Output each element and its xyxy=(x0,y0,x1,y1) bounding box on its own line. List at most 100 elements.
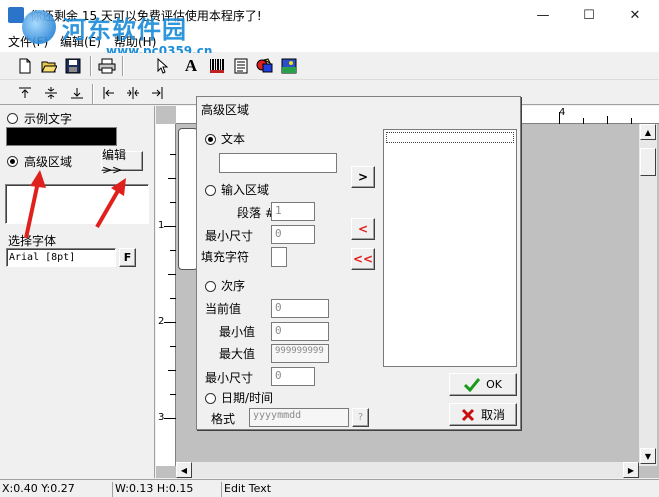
ruler-number: 4 xyxy=(559,107,566,118)
vertical-scrollbar[interactable]: ▲ ▼ xyxy=(639,124,657,466)
edit-advanced-button[interactable]: 编辑>> xyxy=(101,148,143,177)
current-value-input[interactable]: 0 xyxy=(271,299,329,318)
menu-file[interactable]: 文件(F) xyxy=(8,33,48,50)
shapes-icon xyxy=(256,58,273,73)
status-size: W:0.13 H:0.15 xyxy=(112,482,218,497)
text-block-tool-button[interactable] xyxy=(230,55,252,77)
menu-edit[interactable]: 编辑(E) xyxy=(60,33,101,50)
align-left-button[interactable] xyxy=(98,82,120,104)
main-toolbar: A xyxy=(0,53,659,80)
align-middle-icon xyxy=(45,87,57,99)
minimize-button[interactable]: — xyxy=(520,0,566,30)
maximize-button[interactable]: ☐ xyxy=(566,0,612,30)
ruler-number: 3 xyxy=(158,412,165,423)
status-mode: Edit Text xyxy=(221,482,341,497)
dialog-title: 高级区域 xyxy=(201,103,250,117)
min-value-label: 最小值 xyxy=(219,325,256,339)
font-section-label: 选择字体 xyxy=(8,234,57,248)
min-size-input[interactable]: 0 xyxy=(271,225,315,244)
close-button[interactable]: ✕ xyxy=(612,0,658,30)
align-top-button[interactable] xyxy=(14,82,36,104)
advanced-area-radio[interactable] xyxy=(7,156,18,167)
save-button[interactable] xyxy=(62,55,84,77)
app-icon xyxy=(8,7,24,23)
fill-char-input[interactable] xyxy=(271,247,287,267)
remove-all-button[interactable]: << xyxy=(351,248,375,270)
max-value-input[interactable]: 999999999 xyxy=(271,344,329,363)
label-page[interactable] xyxy=(178,128,198,270)
font-display: Arial [8pt] xyxy=(6,248,116,267)
scroll-up-button[interactable]: ▲ xyxy=(640,124,656,140)
choose-font-button[interactable]: F xyxy=(119,248,136,267)
paragraph-input[interactable]: 1 xyxy=(271,202,315,221)
align-center-icon xyxy=(127,87,139,99)
cancel-button-label: 取消 xyxy=(480,408,505,422)
sample-text-radio[interactable] xyxy=(7,113,18,124)
image-tool-button[interactable] xyxy=(278,55,300,77)
ok-button[interactable]: OK xyxy=(449,373,517,396)
x-mark-icon xyxy=(461,408,475,421)
sequence-min-size-input[interactable]: 0 xyxy=(271,367,315,386)
vertical-ruler: 1 2 3 xyxy=(156,124,176,466)
align-right-icon xyxy=(152,87,163,99)
select-tool-button[interactable] xyxy=(152,55,174,77)
window-title: 你还剩余 15 天可以免费评估使用本程序了! xyxy=(30,9,262,23)
align-top-icon xyxy=(19,87,31,98)
align-right-button[interactable] xyxy=(146,82,168,104)
text-option-label: 文本 xyxy=(221,132,246,146)
field-list[interactable] xyxy=(383,129,517,367)
scroll-down-button[interactable]: ▼ xyxy=(640,448,656,464)
toolbar-separator xyxy=(92,84,94,104)
advanced-area-preview xyxy=(5,184,149,224)
pointer-arrow-icon xyxy=(157,58,169,74)
barcode-icon xyxy=(210,59,224,73)
datetime-label: 日期/时间 xyxy=(221,391,274,405)
text-tool-button[interactable]: A xyxy=(180,55,202,77)
sequence-min-size-label: 最小尺寸 xyxy=(205,371,254,385)
shape-tool-button[interactable] xyxy=(254,55,276,77)
print-button[interactable] xyxy=(96,55,118,77)
open-file-button[interactable] xyxy=(38,55,60,77)
ok-button-label: OK xyxy=(486,378,502,391)
barcode-tool-button[interactable] xyxy=(206,55,228,77)
scroll-right-button[interactable]: ▶ xyxy=(623,462,639,478)
checkmark-icon xyxy=(464,377,481,392)
format-help-button[interactable]: ? xyxy=(352,408,369,427)
align-bottom-button[interactable] xyxy=(66,82,88,104)
ruler-number: 1 xyxy=(158,220,165,231)
min-value-input[interactable]: 0 xyxy=(271,322,329,341)
new-file-button[interactable] xyxy=(14,55,36,77)
advanced-area-dialog: 高级区域 文本 输入区域 段落 # 1 最小尺寸 0 填充字符 次序 当前值 0… xyxy=(196,96,521,430)
datetime-radio[interactable] xyxy=(205,393,216,404)
properties-panel: 示例文字 高级区域 编辑>> 选择字体 Arial [8pt] F xyxy=(0,106,155,478)
remove-from-list-button[interactable]: < xyxy=(351,218,375,240)
format-input[interactable]: yyyymmdd xyxy=(249,408,349,427)
add-to-list-button[interactable]: > xyxy=(351,166,375,188)
scroll-left-button[interactable]: ◀ xyxy=(176,462,192,478)
save-disk-icon xyxy=(65,58,81,74)
open-folder-icon xyxy=(41,61,57,73)
sample-text-label: 示例文字 xyxy=(24,112,73,126)
toolbar-separator xyxy=(122,56,124,76)
text-option-radio[interactable] xyxy=(205,134,216,145)
title-bar: 你还剩余 15 天可以免费评估使用本程序了! — ☐ ✕ xyxy=(0,0,659,30)
sample-text-preview xyxy=(6,127,117,146)
ruler-number: 2 xyxy=(158,316,165,327)
input-area-radio[interactable] xyxy=(205,185,216,196)
min-size-label: 最小尺寸 xyxy=(205,229,254,243)
horizontal-scrollbar[interactable]: ◀ ▶ xyxy=(176,462,639,478)
vertical-scroll-thumb[interactable] xyxy=(640,148,656,176)
align-center-button[interactable] xyxy=(122,82,144,104)
cancel-button[interactable]: 取消 xyxy=(449,403,517,426)
sequence-radio[interactable] xyxy=(205,281,216,292)
fill-char-label: 填充字符 xyxy=(201,250,250,264)
current-value-label: 当前值 xyxy=(205,302,242,316)
align-middle-button[interactable] xyxy=(40,82,62,104)
status-bar: X:0.40 Y:0.27 W:0.13 H:0.15 Edit Text xyxy=(0,479,659,497)
paragraph-label: 段落 # xyxy=(237,206,275,220)
text-input[interactable] xyxy=(219,153,337,173)
menu-help[interactable]: 帮助(H) xyxy=(114,33,156,50)
menu-bar: 文件(F) 编辑(E) 帮助(H) xyxy=(0,30,659,52)
input-area-label: 输入区域 xyxy=(221,183,270,197)
new-file-icon xyxy=(19,58,31,74)
